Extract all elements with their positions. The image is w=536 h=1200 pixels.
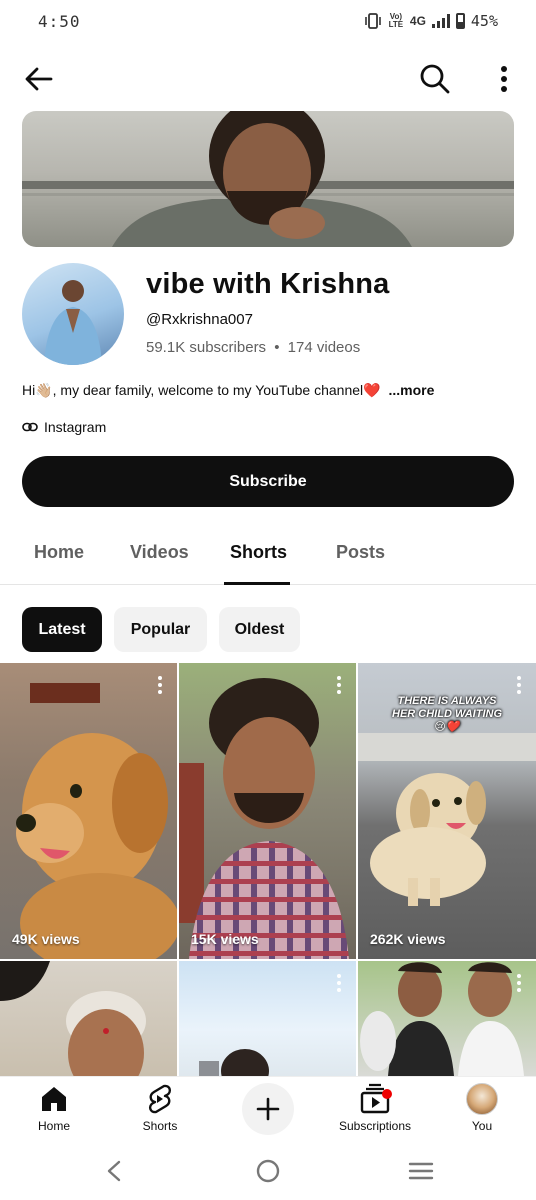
nav-you-label: You xyxy=(471,1119,493,1133)
more-vert-icon[interactable] xyxy=(157,675,163,695)
active-tab-indicator xyxy=(224,582,290,585)
outdoor-image xyxy=(199,1049,269,1076)
stats-separator: • xyxy=(274,339,280,356)
chip-popular[interactable]: Popular xyxy=(114,607,207,652)
subscribe-button[interactable]: Subscribe xyxy=(22,456,514,507)
search-icon[interactable] xyxy=(418,62,452,96)
channel-description[interactable]: Hi👋🏼, my dear family, welcome to my YouT… xyxy=(22,382,434,399)
banner-image xyxy=(22,111,514,247)
puppy-image xyxy=(16,683,177,959)
signal-icon xyxy=(431,14,450,28)
vibrate-icon xyxy=(365,13,381,29)
plus-icon xyxy=(256,1097,280,1121)
man-image xyxy=(179,678,349,959)
nav-shorts-label: Shorts xyxy=(142,1119,178,1133)
link-label: Instagram xyxy=(44,419,107,435)
nav-shorts[interactable]: Shorts xyxy=(115,1083,205,1133)
status-time: 4:50 xyxy=(38,12,81,31)
tab-videos[interactable]: Videos xyxy=(130,542,189,563)
short-thumbnail[interactable]: THERE IS ALWAYS HER CHILD WAITING😢❤️ 262… xyxy=(358,663,536,959)
short-thumbnail[interactable]: 15K views xyxy=(179,663,356,959)
channel-tabs: Home Videos Shorts Posts xyxy=(0,530,536,585)
status-icons: Vo) LTE 4G 45% xyxy=(364,12,498,30)
elderly-woman-image xyxy=(0,961,146,1076)
shorts-icon xyxy=(148,1084,172,1114)
more-vert-icon[interactable] xyxy=(336,675,342,695)
channel-link[interactable]: Instagram xyxy=(22,419,106,435)
channel-banner xyxy=(22,111,514,247)
short-thumbnail[interactable]: 49K views xyxy=(0,663,177,959)
subscriptions-icon xyxy=(360,1083,390,1114)
tab-home[interactable]: Home xyxy=(34,542,84,563)
notification-dot xyxy=(382,1089,392,1099)
home-icon xyxy=(42,1087,66,1111)
nav-you[interactable]: You xyxy=(437,1083,527,1133)
tab-shorts[interactable]: Shorts xyxy=(230,542,287,563)
status-bar: 4:50 Vo) LTE 4G 45% xyxy=(0,0,536,46)
top-app-bar xyxy=(0,56,536,102)
link-icon xyxy=(22,422,38,432)
network-type: 4G xyxy=(409,14,426,28)
nav-home-label: Home xyxy=(37,1119,70,1133)
channel-avatar[interactable] xyxy=(22,263,124,365)
profile-avatar xyxy=(466,1083,498,1115)
view-count: 262K views xyxy=(370,931,446,947)
volte-indicator: Vo) LTE xyxy=(388,12,404,29)
channel-handle: @Rxkrishna007 xyxy=(146,311,253,328)
short-thumbnail[interactable] xyxy=(358,961,536,1076)
short-thumbnail[interactable] xyxy=(0,961,177,1076)
more-vert-icon[interactable] xyxy=(516,675,522,695)
battery-icon xyxy=(455,13,465,29)
recents-icon[interactable] xyxy=(408,1161,434,1181)
two-men-image xyxy=(360,962,524,1076)
description-text: Hi👋🏼, my dear family, welcome to my YouT… xyxy=(22,382,381,398)
more-link[interactable]: ...more xyxy=(388,382,434,398)
battery-percent: 45% xyxy=(470,12,498,30)
nav-subscriptions-label: Subscriptions xyxy=(338,1119,412,1133)
bottom-navigation: Home Shorts Subscriptions You xyxy=(0,1076,536,1142)
short-thumbnail[interactable] xyxy=(179,961,356,1076)
system-navigation-bar xyxy=(0,1142,536,1200)
more-vert-icon[interactable] xyxy=(516,973,522,993)
channel-name: vibe with Krishna xyxy=(146,268,390,300)
channel-stats: 59.1K subscribers • 174 videos xyxy=(146,339,360,356)
chip-oldest[interactable]: Oldest xyxy=(219,607,300,652)
short-caption: THERE IS ALWAYS HER CHILD WAITING😢❤️ xyxy=(392,695,502,733)
create-button[interactable] xyxy=(242,1083,294,1135)
chip-latest[interactable]: Latest xyxy=(22,607,102,652)
subscriber-count: 59.1K subscribers xyxy=(146,339,267,356)
more-vert-icon[interactable] xyxy=(336,973,342,993)
arrow-left-icon[interactable] xyxy=(22,62,56,96)
chevron-left-icon[interactable] xyxy=(104,1160,124,1182)
view-count: 49K views xyxy=(12,931,80,947)
home-circle-icon[interactable] xyxy=(256,1159,280,1183)
avatar-image xyxy=(44,280,102,365)
view-count: 15K views xyxy=(191,931,259,947)
nav-subscriptions[interactable]: Subscriptions xyxy=(330,1083,420,1133)
more-vert-icon[interactable] xyxy=(492,62,516,96)
tab-posts[interactable]: Posts xyxy=(336,542,385,563)
video-count: 174 videos xyxy=(287,339,361,356)
nav-home[interactable]: Home xyxy=(9,1083,99,1133)
